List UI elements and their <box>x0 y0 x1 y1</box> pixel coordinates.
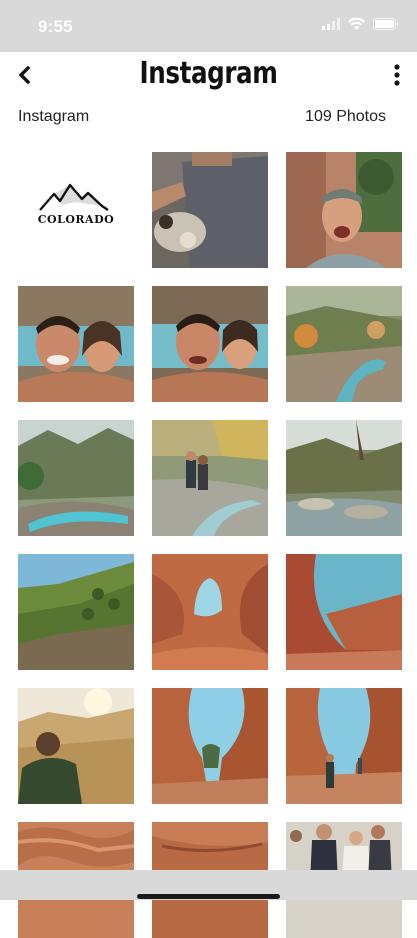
photo-thumbnail-forested-hillside[interactable] <box>18 554 134 670</box>
photo-thumbnail-red-rock-arch-window[interactable] <box>152 554 268 670</box>
home-indicator-bar <box>0 870 417 900</box>
photo-thumbnail-rocky-creek[interactable] <box>286 420 402 536</box>
svg-text:COLORADO: COLORADO <box>38 213 114 226</box>
photo-thumbnail-man-selfie-forest[interactable] <box>286 152 402 268</box>
photo-thumbnail-colorado-logo[interactable]: COLORADO <box>18 152 134 268</box>
photo-thumbnail-slot-canyon-sky[interactable] <box>152 688 268 804</box>
photo-thumbnail-man-sunset-field[interactable] <box>18 688 134 804</box>
photo-thumbnail-slot-canyon-hiker[interactable] <box>286 688 402 804</box>
photo-grid: COLORADO <box>0 0 417 938</box>
photo-thumbnail-couple-selfie-hot-spring[interactable] <box>18 286 134 402</box>
photo-thumbnail-couple-selfie-hot-spring-2[interactable] <box>152 286 268 402</box>
photo-thumbnail-canyon-river-valley[interactable] <box>286 286 402 402</box>
home-indicator[interactable] <box>137 894 280 899</box>
photo-thumbnail-turquoise-hot-spring[interactable] <box>18 420 134 536</box>
photo-thumbnail-red-rock-canyon-wall[interactable] <box>286 554 402 670</box>
photo-thumbnail-cafe-table[interactable] <box>152 152 268 268</box>
photo-thumbnail-couple-hiking-river[interactable] <box>152 420 268 536</box>
colorado-mountain-logo: COLORADO <box>18 152 134 268</box>
